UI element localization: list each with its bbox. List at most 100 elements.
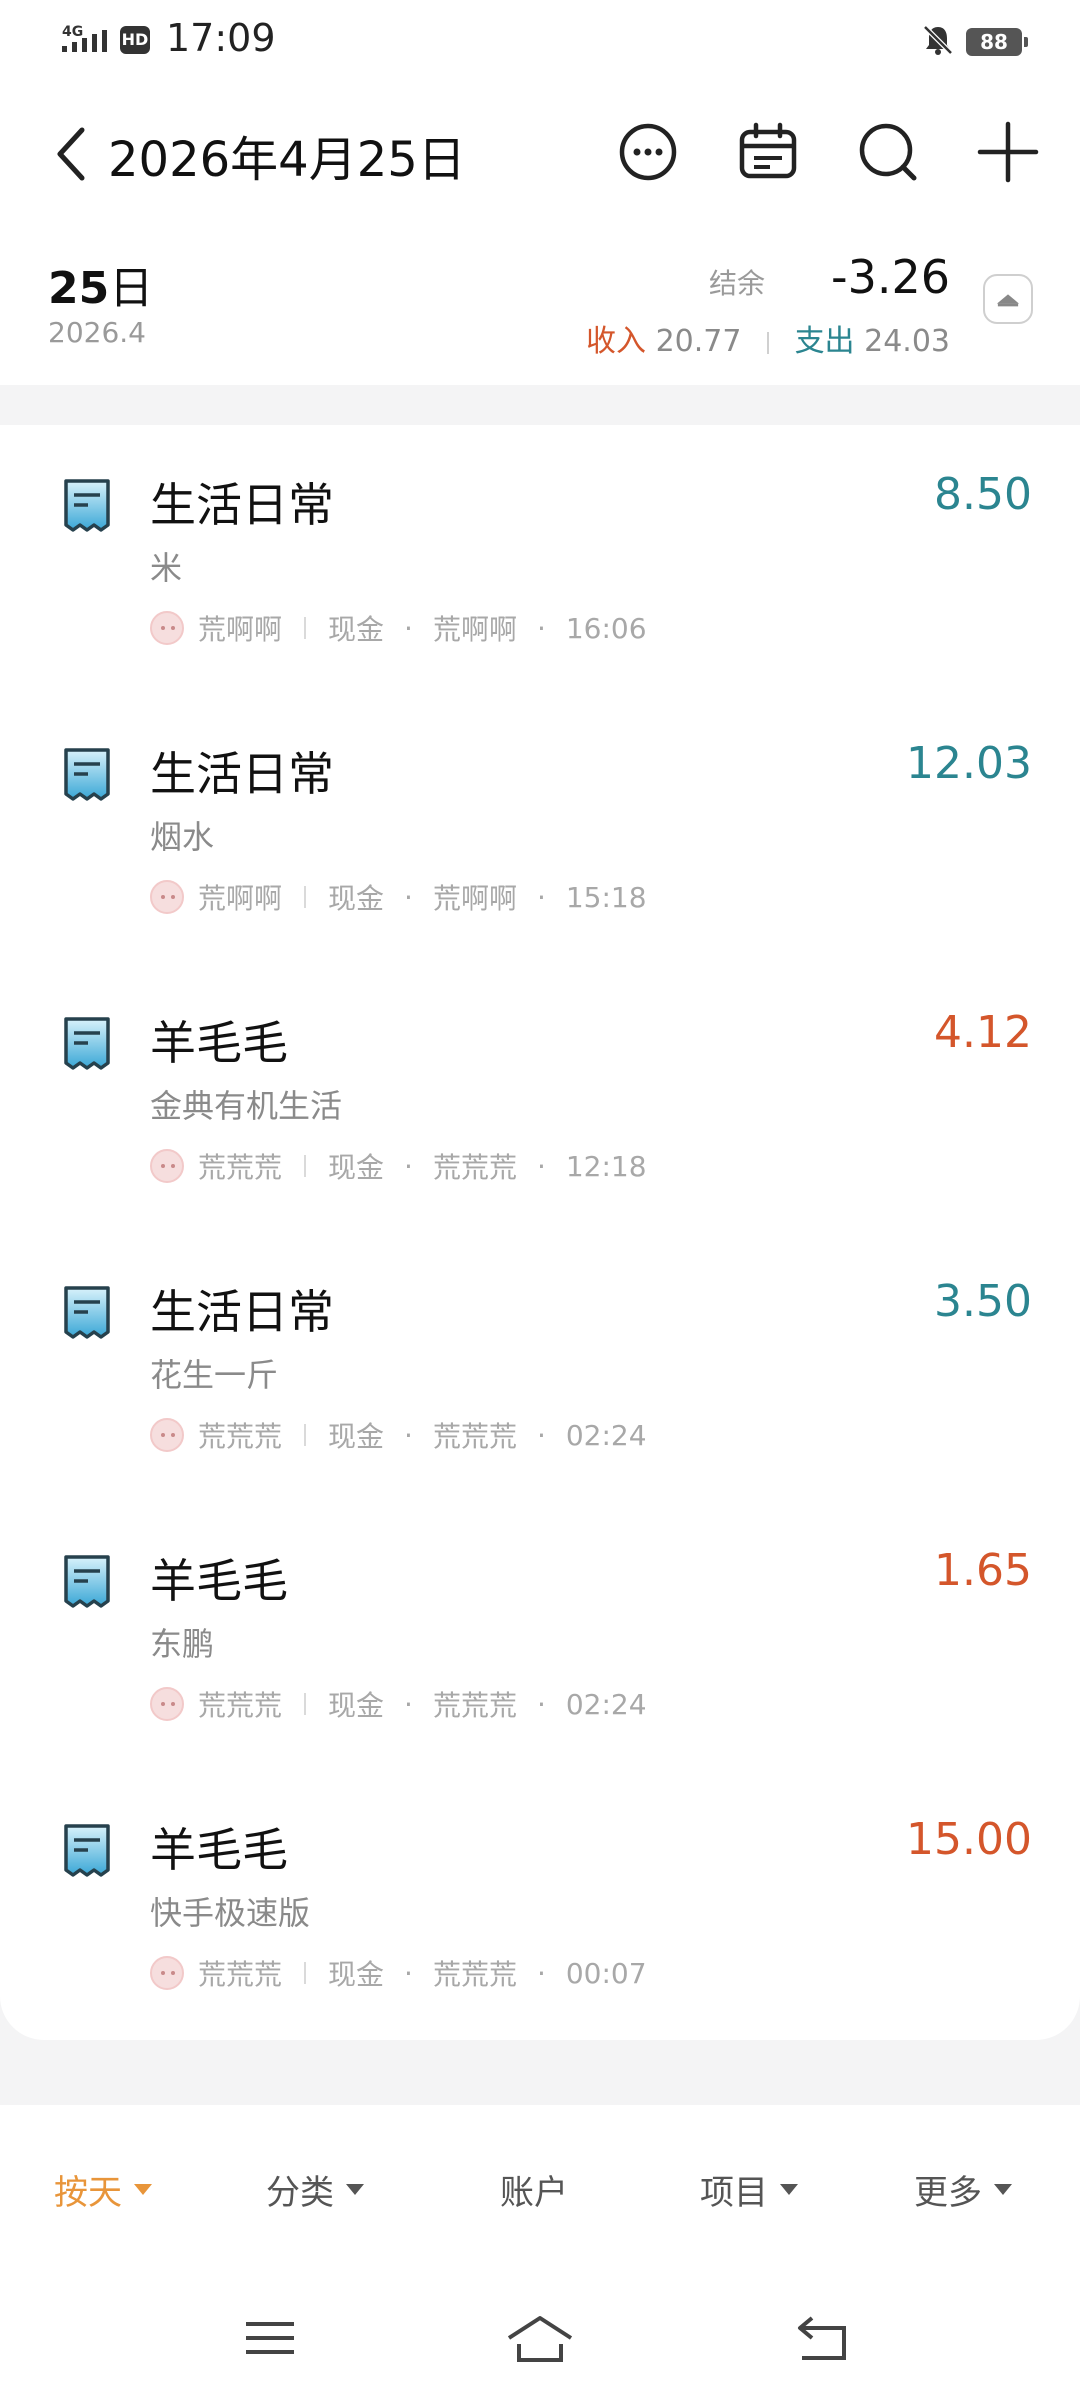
record-category: 生活日常 [150,1285,334,1339]
record-category: 羊毛毛 [150,1554,288,1608]
mute-bell-icon [923,25,953,55]
record-note: 米 [150,549,183,587]
avatar [150,880,184,914]
records-list: 生活日常米荒啊啊 现金 · 荒啊啊 · 16:06 8.50 生活日常 烟水 荒啊啊 现金 · 荒啊啊 ·… [0,425,1080,2040]
back-nav-icon[interactable] [792,2310,852,2366]
separator-dot: · [404,1687,413,1721]
system-nav-bar [0,2270,1080,2400]
divider [304,1424,307,1446]
more-icon[interactable] [616,120,680,184]
record-time: 16:06 [565,611,647,645]
record-note: 金典有机生活 [150,1087,343,1125]
record-creator: 荒荒荒 [432,1151,517,1184]
summary-month: 2026.4 [48,316,146,349]
record-account: 现金 [328,882,385,915]
record-row[interactable]: 羊毛毛 快手极速版 荒荒荒 现金 · 荒荒荒 · 00:07 15.00 [0,1770,1080,2038]
caret-down-icon [780,2184,798,2195]
separator-dot: · [404,880,413,914]
record-member: 荒荒荒 [198,1151,283,1184]
tab-0[interactable]: 按天 [54,2165,152,2214]
divider [304,886,307,908]
receipt-icon [64,748,110,801]
income-label: 收入 [586,324,647,359]
record-member: 荒啊啊 [198,613,283,646]
tab-label: 按天 [54,2173,122,2213]
collapse-toggle-icon[interactable] [983,274,1033,324]
calendar-icon[interactable] [736,120,800,184]
status-time: 17:09 [166,16,276,60]
caret-down-icon [994,2184,1012,2195]
expense-label: 支出 [794,324,855,359]
back-icon[interactable] [48,122,96,186]
record-member: 荒荒荒 [198,1420,283,1453]
record-meta: 荒荒荒 现金 · 荒荒荒 · 12:18 [150,1146,647,1186]
record-amount: 3.50 [934,1276,1032,1327]
record-row[interactable]: 生活日常 花生一斤 荒荒荒 现金 · 荒荒荒 · 02:24 3.50 [0,1232,1080,1500]
record-account: 现金 [328,613,385,646]
receipt-icon [64,1286,110,1339]
record-amount: 15.00 [906,1814,1032,1865]
add-icon[interactable] [976,120,1040,184]
record-creator: 荒荒荒 [432,1420,517,1453]
record-category: 羊毛毛 [150,1016,288,1070]
menu-icon[interactable] [240,2310,300,2366]
divider [304,617,307,639]
avatar [150,1418,184,1452]
avatar [150,611,184,645]
signal-icon: 4G [62,24,107,52]
tab-label: 账户 [500,2173,568,2213]
summary-day: 25日 [48,263,154,314]
svg-text:4G: 4G [62,24,83,40]
expense-value: 24.03 [864,324,950,359]
record-category: 生活日常 [150,747,334,801]
tab-1[interactable]: 分类 [266,2165,364,2214]
caret-down-icon [134,2184,152,2195]
record-row[interactable]: 羊毛毛 金典有机生活 荒荒荒 现金 · 荒荒荒 · 12:18 4.12 [0,963,1080,1231]
avatar [150,1687,184,1721]
record-row[interactable]: 生活日常米荒啊啊 现金 · 荒啊啊 · 16:06 8.50 [0,425,1080,693]
hd-icon: HD [120,26,150,54]
avatar [150,1956,184,1990]
divider [304,1962,307,1984]
record-note: 烟水 [150,818,215,856]
record-creator: 荒啊啊 [432,882,517,915]
record-row[interactable]: 生活日常 烟水 荒啊啊 现金 · 荒啊啊 · 15:18 12.03 [0,694,1080,962]
record-time: 15:18 [565,880,647,914]
divider [304,1693,307,1715]
page-title: 2026年4月25日 [108,132,466,188]
record-meta: 荒荒荒 现金 · 荒荒荒 · 02:24 [150,1415,647,1455]
search-icon[interactable] [856,120,920,184]
home-icon[interactable] [505,2310,575,2366]
record-meta: 荒荒荒 现金 · 荒荒荒 · 00:07 [150,1953,647,1993]
record-category: 羊毛毛 [150,1823,288,1877]
record-meta: 荒啊啊 现金 · 荒啊啊 · 15:18 [150,877,647,917]
battery-icon: 88 [966,28,1028,56]
record-member: 荒啊啊 [198,882,283,915]
record-note: 花生一斤 [150,1356,279,1394]
tab-label: 项目 [700,2173,768,2213]
separator-dot: · [536,1956,546,1990]
record-amount: 8.50 [934,469,1032,520]
record-amount: 12.03 [906,738,1032,789]
record-note: 快手极速版 [150,1894,311,1932]
top-bar: 2026年4月25日 [0,80,1080,220]
separator-dot: · [404,1418,413,1452]
separator-dot: · [536,611,546,645]
record-account: 现金 [328,1958,385,1991]
receipt-icon [64,1555,110,1608]
separator-dot: · [536,1687,546,1721]
income-expense-totals: 收入 20.77 支出 24.03 [586,316,950,360]
record-row[interactable]: 羊毛毛 东鹏 荒荒荒 现金 · 荒荒荒 · 02:24 1.65 [0,1501,1080,1769]
separator-dot: · [536,1149,546,1183]
tab-3[interactable]: 项目 [700,2165,798,2214]
tab-4[interactable]: 更多 [914,2165,1012,2214]
avatar [150,1149,184,1183]
separator-dot: · [536,1418,546,1452]
tab-2[interactable]: 账户 [500,2165,568,2214]
receipt-icon [64,1824,110,1877]
tab-label: 分类 [266,2173,334,2213]
bottom-tab-bar: 按天 分类 账户 项目 更多 [0,2105,1080,2270]
record-note: 东鹏 [150,1625,215,1663]
record-account: 现金 [328,1151,385,1184]
record-creator: 荒啊啊 [432,613,517,646]
